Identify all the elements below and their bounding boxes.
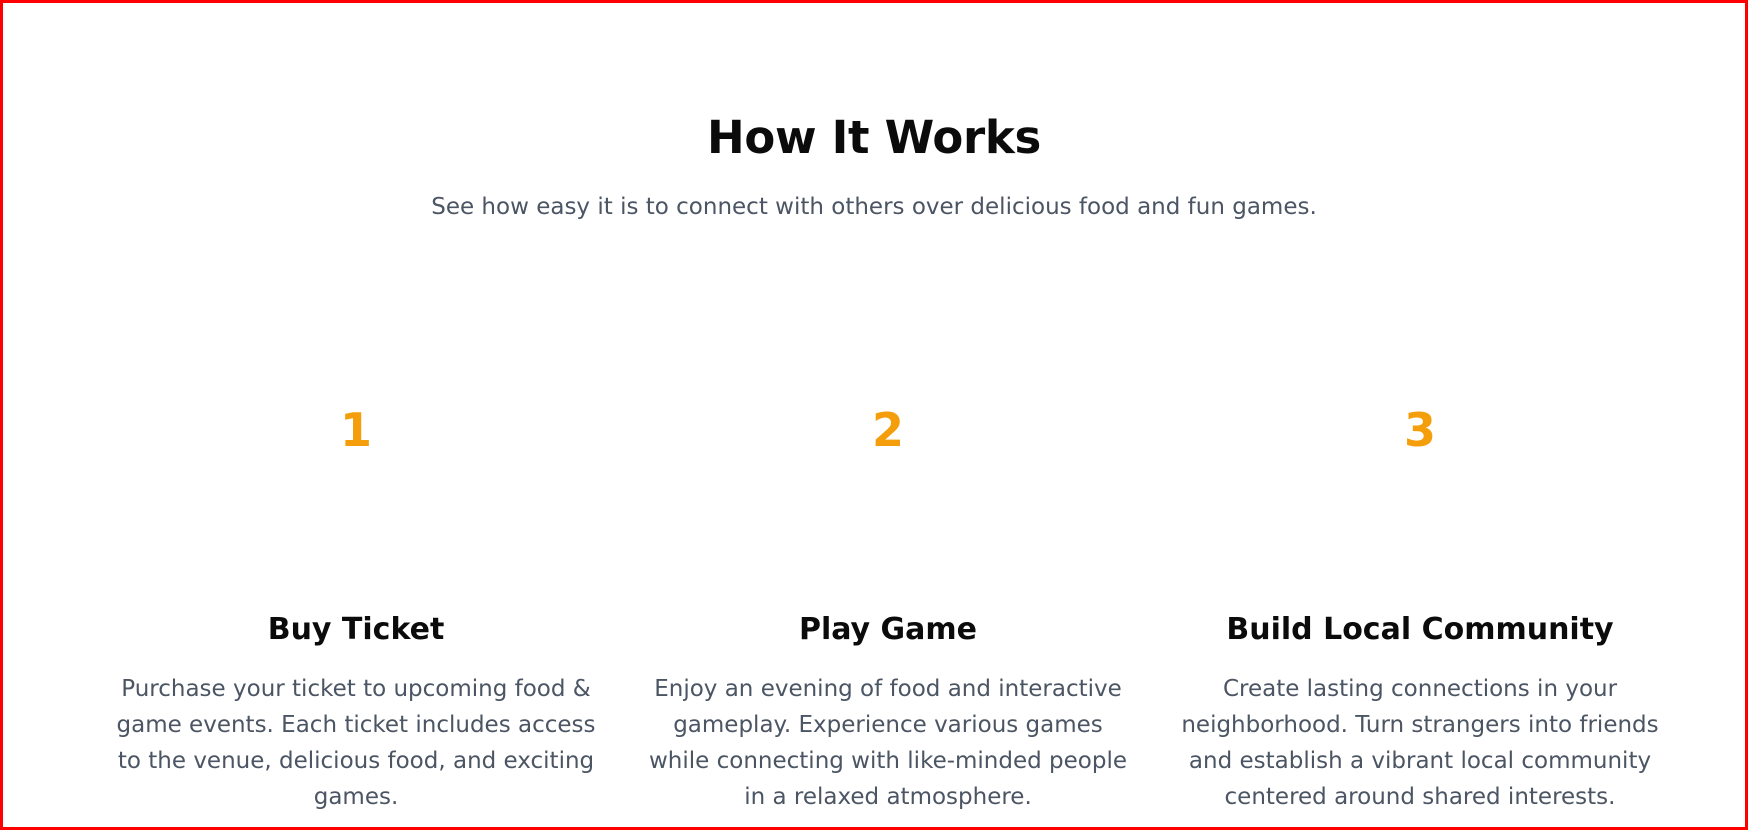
step-title: Buy Ticket	[267, 612, 445, 647]
step-number: 1	[339, 403, 372, 457]
step-description: Enjoy an evening of food and interactive…	[648, 676, 1128, 810]
step-description: Create lasting connections in your neigh…	[1181, 676, 1659, 810]
step-card-buy-ticket: 1 Buy Ticket Purchase your ticket to upc…	[111, 3, 601, 827]
step-card-play-game: 2 Play Game Enjoy an evening of food and…	[643, 3, 1133, 827]
step-title: Build Local Community	[1226, 612, 1614, 647]
step-title: Play Game	[798, 612, 978, 647]
step-number: 2	[871, 403, 904, 457]
step-description: Purchase your ticket to upcoming food & …	[116, 676, 596, 810]
how-it-works-section: How It Works See how easy it is to conne…	[0, 0, 1748, 830]
step-number: 3	[1403, 403, 1436, 457]
step-card-build-community: 3 Build Local Community Create lasting c…	[1175, 3, 1665, 827]
